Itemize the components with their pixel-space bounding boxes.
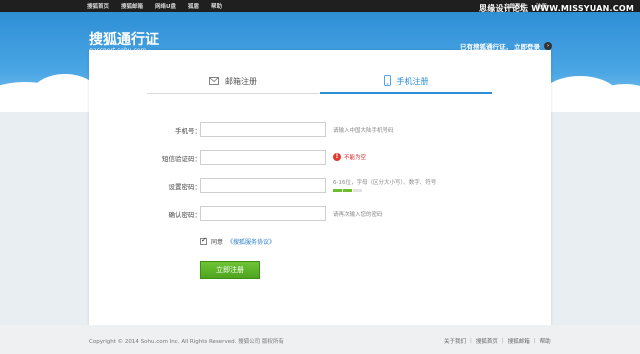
- footer-links: 关于我们 | 搜狐首页 | 搜狐邮箱 | 帮助: [444, 337, 551, 345]
- tab-mobile-register[interactable]: 手机注册: [320, 70, 492, 94]
- password-label: 设置密码：: [168, 183, 202, 191]
- arrow-right-icon[interactable]: ›: [544, 42, 552, 50]
- tab-email-label: 邮箱注册: [225, 77, 257, 86]
- strength-bar: [333, 189, 342, 192]
- register-submit-button[interactable]: 立即注册: [200, 261, 260, 279]
- register-card: 邮箱注册 手机注册 手机号： 请输入中国大陆手机号码 短信验证码： ! 不能为空…: [89, 50, 551, 325]
- password-strength-meter: [333, 189, 362, 192]
- error-icon: !: [333, 153, 341, 161]
- tab-email-register[interactable]: 邮箱注册: [147, 70, 319, 94]
- nav-link-udisk[interactable]: 网络U盘: [155, 2, 176, 10]
- confirm-password-input[interactable]: [200, 206, 326, 221]
- mobile-phone-icon: [383, 74, 391, 88]
- footer: Copyright © 2014 Sohu.com Inc. All Right…: [0, 325, 640, 354]
- sms-code-error: ! 不能为空: [333, 153, 366, 161]
- nav-link-help[interactable]: 帮助: [211, 2, 222, 10]
- phone-input[interactable]: [200, 122, 326, 137]
- confirm-password-label: 确认密码：: [168, 211, 202, 219]
- register-tabs: 邮箱注册 手机注册: [147, 70, 492, 94]
- agree-checkbox[interactable]: [200, 236, 207, 245]
- password-hint: 6-16位，字母（区分大小写）、数字、符号: [333, 180, 437, 186]
- tab-mobile-label: 手机注册: [396, 76, 429, 86]
- sms-code-input[interactable]: [200, 150, 326, 165]
- password-input[interactable]: [200, 178, 326, 193]
- sms-code-row: 短信验证码： ! 不能为空: [89, 150, 551, 166]
- footer-link-about[interactable]: 关于我们: [444, 337, 466, 345]
- footer-separator: |: [501, 338, 504, 344]
- nav-link-sohu-home[interactable]: 搜狐首页: [87, 2, 109, 10]
- phone-hint: 请输入中国大陆手机号码: [333, 128, 394, 134]
- strength-bar: [353, 189, 362, 192]
- strength-bar: [343, 189, 352, 192]
- footer-link-help[interactable]: 帮助: [540, 337, 551, 345]
- footer-link-sohu-mail[interactable]: 搜狐邮箱: [508, 337, 530, 345]
- footer-separator: |: [533, 338, 536, 344]
- nav-link-hudun[interactable]: 狐盾: [188, 2, 199, 10]
- phone-row: 手机号： 请输入中国大陆手机号码: [89, 122, 551, 138]
- top-nav-left: 搜狐首页 搜狐邮箱 网络U盘 狐盾 帮助: [87, 0, 222, 12]
- agreement-row: 同意 《搜狐服务协议》: [200, 236, 275, 246]
- service-agreement-link[interactable]: 《搜狐服务协议》: [227, 237, 275, 246]
- sms-code-label: 短信验证码：: [162, 155, 201, 163]
- copyright-text: Copyright © 2014 Sohu.com Inc. All Right…: [89, 339, 284, 345]
- agree-text: 同意: [211, 239, 224, 246]
- footer-link-sohu-home[interactable]: 搜狐首页: [476, 337, 498, 345]
- password-row: 设置密码： 6-16位，字母（区分大小写）、数字、符号: [89, 178, 551, 194]
- confirm-password-hint: 请再次输入您的密码: [333, 212, 383, 218]
- nav-link-sohu-mail[interactable]: 搜狐邮箱: [121, 2, 143, 10]
- confirm-password-row: 确认密码： 请再次输入您的密码: [89, 206, 551, 222]
- footer-separator: |: [470, 338, 472, 344]
- sms-code-error-text: 不能为空: [344, 155, 367, 161]
- envelope-icon: [209, 76, 219, 87]
- logo-title: 搜狐通行证: [89, 32, 159, 48]
- phone-label: 手机号：: [175, 127, 201, 135]
